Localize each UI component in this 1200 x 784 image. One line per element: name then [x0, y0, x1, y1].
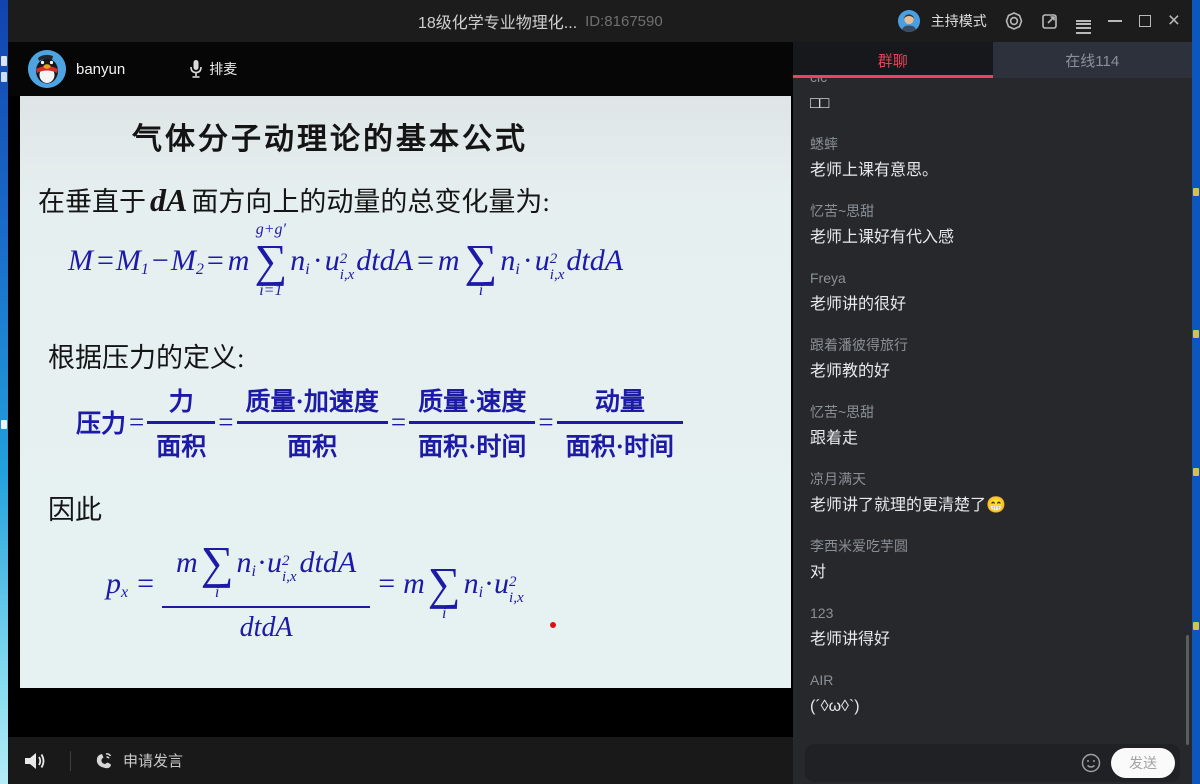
slide-line-1: 在垂直于dA面方向上的动量的总变化量为:	[38, 180, 550, 219]
chat-username: 123	[810, 605, 1185, 622]
chat-username: 忆苦~思甜	[810, 404, 1185, 421]
chat-username: Freya	[810, 270, 1185, 287]
formula-momentum: M=M1−M2=m g+g′ ∑ i=1 ni·u 2i,x dtdA =m ∑…	[66, 222, 625, 300]
chat-username: AIR	[810, 672, 1185, 689]
formula-px: px = m ∑ i ni·u 2i,x dtdA	[106, 520, 524, 648]
chat-username: cic	[810, 78, 1185, 86]
queue-mic-button[interactable]: 排麦	[189, 59, 237, 79]
chat-text: 老师教的好	[810, 361, 1185, 382]
host-mode-label: 主持模式	[931, 11, 987, 31]
apply-speak-label: 申请发言	[123, 750, 183, 771]
desktop-edge-right	[1192, 0, 1200, 784]
chat-panel: 群聊 在线114 cic □□ 蟋蟀 老师上课有意思。 忆苦~思甜 老师上课好有…	[793, 42, 1192, 784]
chat-input-container: 发送	[805, 744, 1180, 782]
chat-message-list: cic □□ 蟋蟀 老师上课有意思。 忆苦~思甜 老师上课好有代入感 Freya…	[793, 78, 1185, 742]
tab-online-users[interactable]: 在线114	[993, 42, 1193, 78]
slide-title: 气体分子动理论的基本公式	[132, 114, 528, 158]
tab-group-chat-label: 群聊	[878, 50, 908, 71]
slide: 气体分子动理论的基本公式 在垂直于dA面方向上的动量的总变化量为: M=M1−M…	[20, 96, 791, 688]
formula-pressure-definition: 压力= 力面积 = 质量·加速度面积 = 质量·速度面积·时间 = 动量面积·时…	[76, 379, 683, 466]
streamer-bar: banyun 排麦	[8, 42, 793, 96]
chat-username: 跟着潘彼得旅行	[810, 337, 1185, 354]
dA-symbol: dA	[146, 182, 191, 218]
chat-text: 跟着走	[810, 428, 1185, 449]
tab-online-users-label: 在线114	[1065, 50, 1119, 71]
phone-icon	[93, 750, 115, 772]
microphone-icon	[189, 59, 203, 79]
desktop-artifact	[1193, 330, 1199, 338]
apply-speak-button[interactable]: 申请发言	[93, 750, 183, 772]
desktop-edge-left	[0, 0, 8, 784]
minimize-icon[interactable]	[1108, 20, 1122, 22]
desktop-artifact	[1193, 468, 1199, 476]
chat-input[interactable]	[817, 744, 1080, 782]
room-id: ID:8167590	[585, 13, 663, 30]
chat-message: Freya 老师讲的很好	[810, 270, 1185, 315]
send-button[interactable]: 发送	[1111, 748, 1175, 778]
chat-text: (´◊ω◊`)	[810, 696, 1185, 717]
chat-tabs: 群聊 在线114	[793, 42, 1192, 78]
sum-operator: ∑ i	[425, 545, 464, 623]
window-title-group: 18级化学专业物理化... ID:8167590	[418, 0, 663, 42]
chat-message: cic □□	[810, 78, 1185, 114]
emoji-button[interactable]	[1080, 752, 1102, 774]
chat-message: 忆苦~思甜 跟着走	[810, 404, 1185, 449]
chat-username: 蟋蟀	[810, 136, 1185, 153]
laser-pointer-dot	[550, 622, 556, 628]
chat-text: 对	[810, 562, 1185, 583]
close-icon[interactable]: ×	[1168, 12, 1180, 30]
chat-username: 忆苦~思甜	[810, 203, 1185, 220]
chat-message: 李西米爱吃芋圆 对	[810, 538, 1185, 583]
streamer-avatar	[28, 50, 66, 88]
chat-text: 老师讲得好	[810, 629, 1185, 650]
chat-message: 凉月满天 老师讲了就理的更清楚了😁	[810, 471, 1185, 516]
sum-operator: ∑ i	[198, 524, 237, 602]
desktop-artifact	[1193, 188, 1199, 196]
titlebar: 18级化学专业物理化... ID:8167590 主持模式	[8, 0, 1192, 42]
sum-operator: g+g′ ∑ i=1	[251, 222, 290, 300]
popout-icon[interactable]	[1041, 12, 1059, 30]
chat-text: 老师讲了就理的更清楚了😁	[810, 495, 1185, 516]
chat-input-row: 发送	[793, 742, 1192, 784]
desktop-artifact	[1, 72, 7, 82]
volume-button[interactable]	[22, 749, 48, 773]
window-title: 18级化学专业物理化...	[418, 9, 577, 33]
settings-gear-icon[interactable]	[1004, 11, 1024, 31]
chat-message: 123 老师讲得好	[810, 605, 1185, 650]
chat-message: 忆苦~思甜 老师上课好有代入感	[810, 203, 1185, 248]
divider	[70, 751, 71, 771]
host-avatar-image	[898, 10, 920, 32]
emoji-smiley-icon	[1080, 752, 1102, 774]
desktop-artifact	[1, 56, 7, 66]
chat-text: 老师上课好有代入感	[810, 227, 1185, 248]
sum-operator: ∑ i	[462, 222, 501, 300]
chat-message: AIR (´◊ω◊`)	[810, 672, 1185, 717]
chat-text: 老师上课有意思。	[810, 160, 1185, 181]
slide-line-2: 根据压力的定义:	[48, 336, 245, 375]
slide-line-3: 因此	[48, 488, 102, 527]
host-avatar	[898, 10, 920, 32]
chat-message: 跟着潘彼得旅行 老师教的好	[810, 337, 1185, 382]
maximize-icon[interactable]	[1139, 15, 1151, 27]
chat-scrollbar[interactable]	[1186, 635, 1189, 745]
streamer-name: banyun	[76, 61, 125, 78]
chat-text: 老师讲的很好	[810, 294, 1185, 315]
chat-username: 李西米爱吃芋圆	[810, 538, 1185, 555]
app-window: 18级化学专业物理化... ID:8167590 主持模式	[0, 0, 1200, 784]
chat-text: □□	[810, 93, 1185, 114]
desktop-artifact	[1, 420, 7, 429]
desktop-artifact	[1193, 622, 1199, 630]
menu-icon[interactable]	[1076, 18, 1091, 25]
queue-mic-label: 排麦	[209, 59, 237, 79]
video-stage: banyun 排麦 气体分子动理论的基本公式 在垂直于dA面方向上的动量的总变化…	[8, 42, 793, 784]
tab-group-chat[interactable]: 群聊	[793, 42, 993, 78]
chat-username: 凉月满天	[810, 471, 1185, 488]
stage-bottom-bar: 申请发言	[8, 737, 793, 784]
chat-message: 蟋蟀 老师上课有意思。	[810, 136, 1185, 181]
speaker-icon	[22, 749, 48, 773]
